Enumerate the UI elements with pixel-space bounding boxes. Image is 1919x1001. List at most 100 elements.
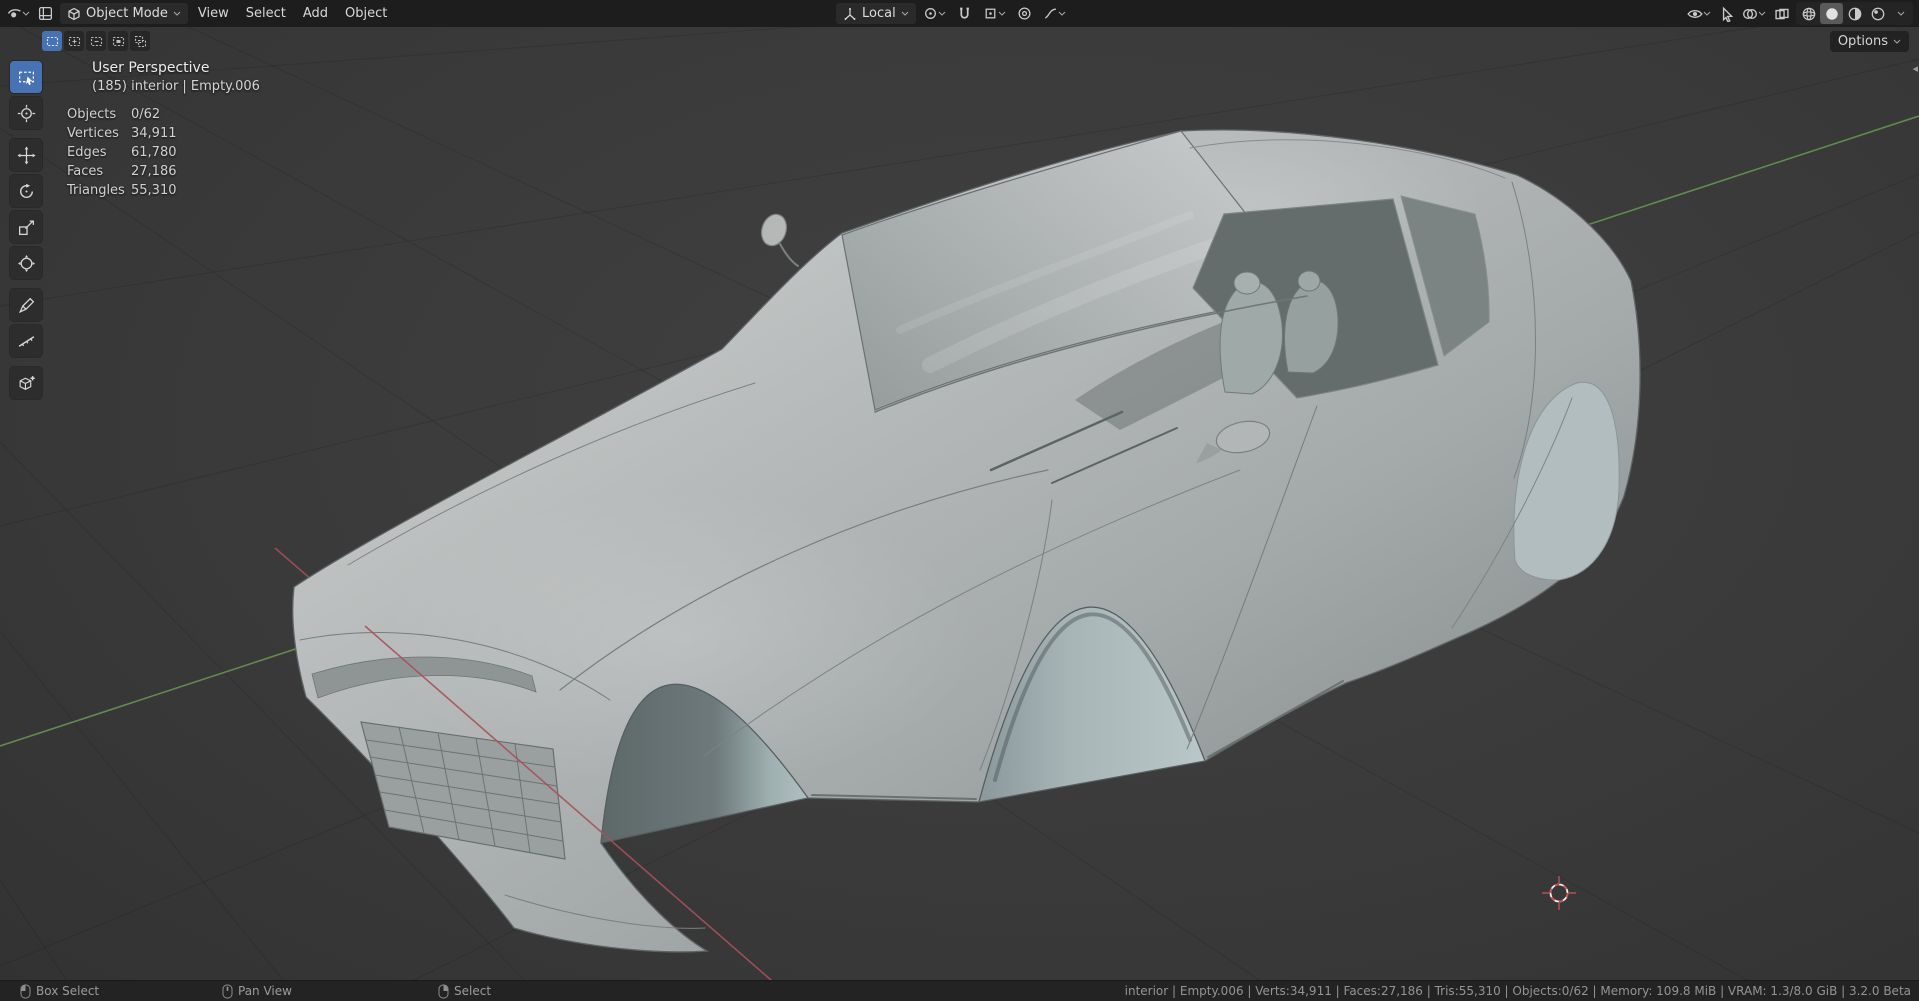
mode-dropdown[interactable]: Object Mode xyxy=(60,3,188,24)
stat-label: Objects xyxy=(67,107,117,122)
pivot-point-icon xyxy=(924,8,936,19)
tool-cursor[interactable] xyxy=(10,97,42,129)
shading-options-dropdown[interactable] xyxy=(1889,3,1912,24)
annotate-pen-icon xyxy=(18,297,34,313)
hint-label: Pan View xyxy=(238,984,292,998)
wireframe-sphere-icon xyxy=(1802,7,1815,20)
select-mode-invert[interactable] xyxy=(108,31,128,51)
orientation-axes-icon xyxy=(844,7,856,20)
view-name: User Perspective xyxy=(92,60,210,76)
snap-toggle[interactable] xyxy=(953,3,976,24)
stat-label: Faces xyxy=(67,164,104,179)
pivot-point-dropdown[interactable] xyxy=(922,3,947,24)
scene-collection-info: (185) interior | Empty.006 xyxy=(92,79,260,94)
select-mode-subtract[interactable] xyxy=(86,31,106,51)
editor-type-button[interactable] xyxy=(34,3,57,24)
falloff-curve-icon xyxy=(1044,8,1056,19)
tool-rotate[interactable] xyxy=(10,175,42,207)
tool-measure[interactable] xyxy=(10,325,42,357)
tool-transform[interactable] xyxy=(10,247,42,279)
object-visibility-dropdown[interactable] xyxy=(1686,3,1712,24)
app-logo-icon xyxy=(7,9,21,18)
shading-wireframe-button[interactable] xyxy=(1797,3,1820,24)
mouse-right-icon xyxy=(438,984,449,998)
select-mode-extend[interactable] xyxy=(64,31,84,51)
menu-add[interactable]: Add xyxy=(296,3,335,24)
overlays-icon xyxy=(1743,8,1757,19)
select-mode-intersect[interactable] xyxy=(130,31,150,51)
chevron-down-icon xyxy=(1758,11,1766,16)
select-extend-icon xyxy=(68,36,80,46)
show-gizmos-toggle[interactable] xyxy=(1715,3,1738,24)
stat-value: 0/62 xyxy=(131,107,161,122)
shading-r endered-button[interactable] xyxy=(1866,3,1889,24)
shading-solid-button[interactable] xyxy=(1820,3,1843,24)
viewport-toolbar xyxy=(10,61,42,399)
measure-ruler-icon xyxy=(18,335,34,347)
tool-settings-bar xyxy=(42,31,150,51)
hint-select: Select xyxy=(438,981,491,1001)
chevron-down-icon xyxy=(998,11,1006,16)
toggle-xray[interactable] xyxy=(1770,3,1793,24)
stat-value: 27,186 xyxy=(131,164,177,179)
shading-mode-group xyxy=(1796,2,1913,25)
options-label: Options xyxy=(1837,34,1888,49)
chevron-down-icon xyxy=(1058,11,1066,16)
tool-add-cube[interactable] xyxy=(10,367,42,399)
select-mode-set[interactable] xyxy=(42,31,62,51)
mouse-left-icon xyxy=(20,984,31,998)
main-header: Object Mode View Select Add Object Local xyxy=(0,0,1919,27)
car-model[interactable] xyxy=(292,129,1641,953)
headrest-right xyxy=(1297,270,1321,292)
app-menu-button[interactable] xyxy=(6,3,31,24)
proportional-editing-toggle[interactable] xyxy=(1013,3,1036,24)
tool-move[interactable] xyxy=(10,139,42,171)
scale-tool-icon xyxy=(18,220,34,235)
add-cube-icon xyxy=(19,375,35,390)
side-mirror-left xyxy=(760,213,788,247)
proportional-circle-icon xyxy=(1018,7,1031,20)
proportional-falloff-dropdown[interactable] xyxy=(1042,3,1067,24)
stat-label: Vertices xyxy=(67,126,119,141)
hint-label: Select xyxy=(454,984,492,998)
sidebar-collapse-arrow[interactable]: ◂ xyxy=(1912,62,1918,75)
shading-material-button[interactable] xyxy=(1843,3,1866,24)
chevron-down-icon xyxy=(938,11,946,16)
tool-select-box[interactable] xyxy=(10,61,42,93)
stat-value: 61,780 xyxy=(131,145,177,160)
menu-view[interactable]: View xyxy=(191,3,236,24)
options-dropdown[interactable]: Options xyxy=(1829,31,1909,52)
transform-tool-icon xyxy=(17,254,35,272)
menu-object[interactable]: Object xyxy=(338,3,394,24)
show-overlays-dropdown[interactable] xyxy=(1741,3,1767,24)
hint-box-select: Box Select xyxy=(20,981,99,1001)
chevron-down-icon xyxy=(901,11,909,16)
mouse-middle-icon xyxy=(222,984,233,998)
status-bar: Box Select Pan View Select interior | Em… xyxy=(0,980,1919,1001)
chevron-down-icon xyxy=(1897,11,1904,16)
solid-sphere-icon xyxy=(1825,7,1838,20)
snap-settings-dropdown[interactable] xyxy=(982,3,1007,24)
scene-statistics-text: interior | Empty.006 | Verts:34,911 | Fa… xyxy=(1124,984,1911,998)
tool-annotate[interactable] xyxy=(10,289,42,321)
chevron-down-icon xyxy=(1893,39,1901,44)
select-intersect-icon xyxy=(134,35,146,47)
select-subtract-icon xyxy=(90,36,102,46)
gizmo-cursor-icon xyxy=(1722,6,1733,22)
cursor-tool-icon xyxy=(17,104,35,122)
chevron-down-icon xyxy=(173,11,181,16)
mode-label: Object Mode xyxy=(86,6,168,21)
stat-label: Triangles xyxy=(67,183,125,198)
editor-3dviewport-icon xyxy=(38,6,53,21)
viewport-overlay-info: User Perspective (185) interior | Empty.… xyxy=(67,60,260,198)
select-set-icon xyxy=(46,36,58,46)
orientation-label: Local xyxy=(862,6,896,21)
object-mode-icon xyxy=(68,7,80,20)
hint-pan-view: Pan View xyxy=(222,981,292,1001)
cursor-3d xyxy=(1542,876,1576,910)
tool-scale[interactable] xyxy=(10,211,42,243)
viewport-3d[interactable] xyxy=(0,0,1919,1001)
menu-select[interactable]: Select xyxy=(239,3,293,24)
chevron-down-icon xyxy=(22,11,30,16)
transform-orientation-dropdown[interactable]: Local xyxy=(836,3,916,24)
